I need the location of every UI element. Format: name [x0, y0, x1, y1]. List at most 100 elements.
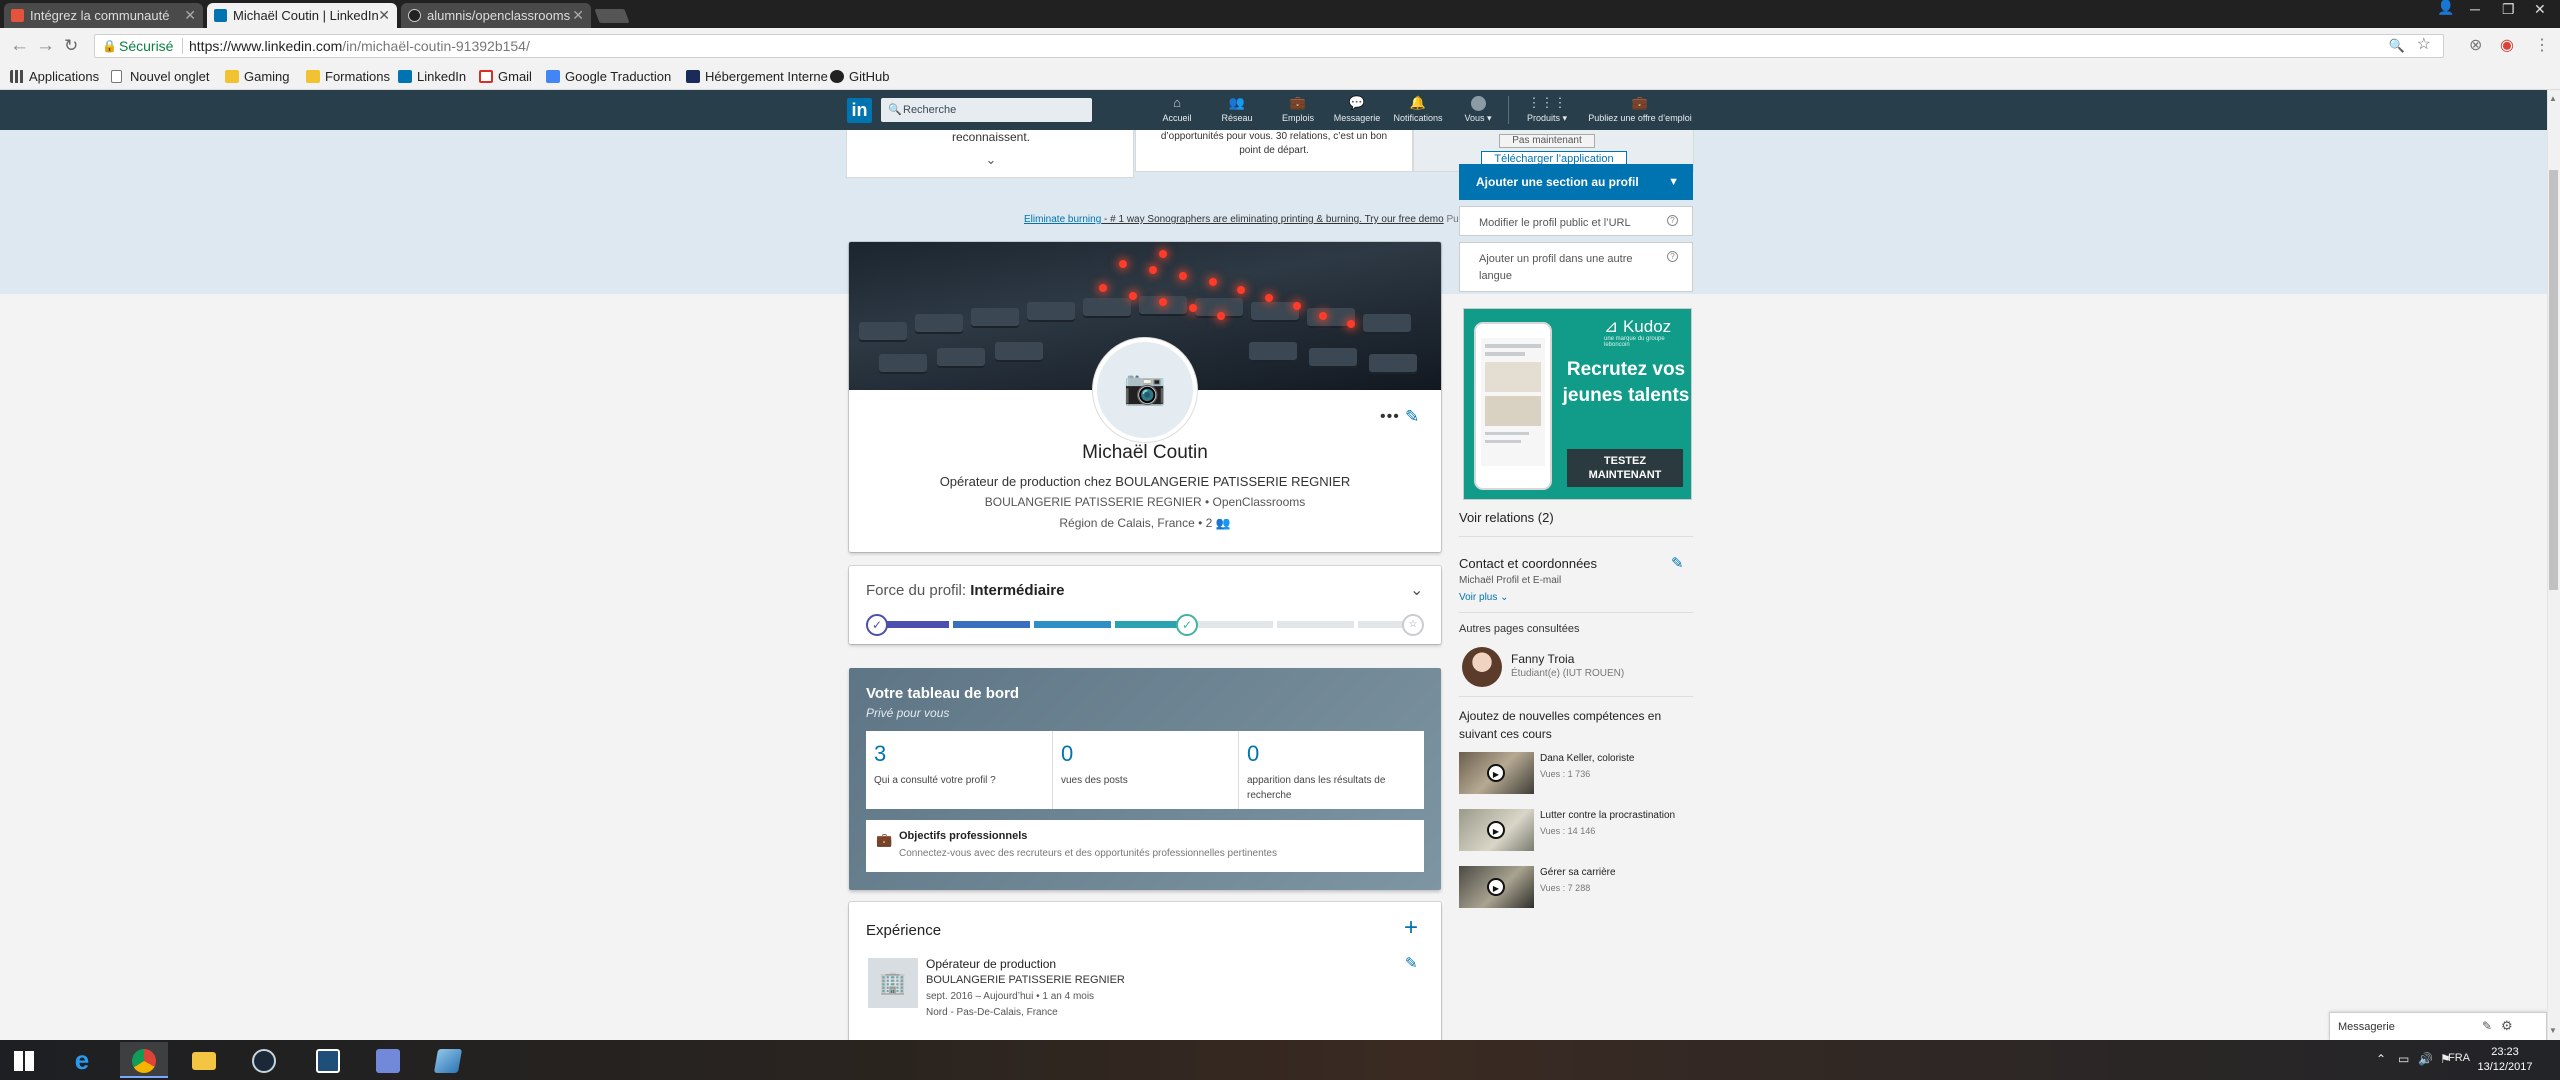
bookmark-linkedin[interactable]: LinkedIn [398, 68, 466, 85]
close-tab-icon[interactable]: ✕ [572, 3, 584, 28]
ad-text[interactable]: - # 1 way Sonographers are eliminating p… [1101, 214, 1444, 225]
compose-icon[interactable]: ✎ [2482, 1019, 2492, 1033]
add-profile-section-button[interactable]: Ajouter une section au profil ▼ [1459, 164, 1693, 200]
user-profile-icon[interactable]: 👤 [2437, 0, 2454, 14]
see-more-link[interactable]: Voir plus ⌄ [1459, 592, 1509, 603]
nav-messaging[interactable]: 💬 Messagerie [1329, 94, 1385, 124]
chevron-down-icon[interactable]: ⌄ [1410, 580, 1423, 600]
tray-expand-icon[interactable]: ⌃ [2376, 1052, 2386, 1066]
avatar[interactable] [1462, 647, 1502, 687]
company-building-icon[interactable]: 🏢 [868, 958, 918, 1008]
discord-icon[interactable] [364, 1042, 412, 1078]
profile-strength-meter [877, 621, 1413, 628]
kudoz-cta-button[interactable]: TESTEZ MAINTENANT [1567, 449, 1683, 487]
browser-tab[interactable]: alumnis/openclassrooms ✕ [401, 3, 591, 28]
edit-public-profile-button[interactable]: Modifier le profil public et l’URL ? [1459, 206, 1693, 236]
stat-search-appearances[interactable]: 0 apparition dans les résultats de reche… [1239, 731, 1424, 809]
steam-icon[interactable] [240, 1042, 288, 1078]
browser-tab-active[interactable]: Michaël Coutin | LinkedIn ✕ [207, 3, 397, 28]
app-icon[interactable] [304, 1042, 352, 1078]
bookmark-formations[interactable]: Formations [306, 68, 390, 85]
messaging-tab[interactable]: Messagerie ✎ ⚙ [2329, 1012, 2547, 1040]
suggested-person-name[interactable]: Fanny Troia [1511, 652, 1574, 666]
stat-profile-views[interactable]: 3 Qui a consulté votre profil ? [866, 731, 1052, 809]
close-window-icon[interactable]: ✕ [2534, 2, 2546, 16]
edit-pencil-icon[interactable]: ✎ [1405, 407, 1419, 427]
courses-title: Ajoutez de nouvelles compétences en suiv… [1459, 709, 1662, 741]
course-item[interactable]: ▶ Gérer sa carrière Vues : 7 288 [1459, 866, 1693, 910]
star-icon[interactable]: ☆ [2417, 34, 2431, 56]
nav-products[interactable]: ⋮⋮⋮ Produits ▾ [1519, 94, 1575, 124]
bookmark-new-tab[interactable]: Nouvel onglet [111, 68, 210, 85]
scrollbar-thumb[interactable] [2549, 170, 2558, 590]
bookmark-google-translate[interactable]: Google Traduction [546, 68, 671, 85]
profile-strength-level: Intermédiaire [970, 582, 1065, 599]
linkedin-logo-icon[interactable]: in [847, 98, 872, 123]
address-bar[interactable]: 🔒 Sécurisé https://www.linkedin.com/in/m… [94, 34, 2444, 58]
suggested-person-detail: Étudiant(e) (IUT ROUEN) [1511, 668, 1625, 679]
text-ad[interactable]: Eliminate burning - # 1 way Sonographers… [1024, 214, 1477, 225]
bookmark-gmail[interactable]: Gmail [479, 68, 532, 85]
search-icon[interactable]: 🔍 [2389, 35, 2405, 57]
scroll-up-arrow-icon[interactable]: ▲ [2549, 94, 2557, 103]
close-tab-icon[interactable]: ✕ [184, 3, 196, 28]
forward-arrow-icon[interactable]: → [36, 36, 55, 56]
extension-icon[interactable]: ◉ [2500, 36, 2514, 56]
contact-info-desc: Michaël Profil et E-mail [1459, 575, 1562, 586]
scroll-down-arrow-icon[interactable]: ▼ [2549, 1026, 2557, 1035]
profile-photo[interactable]: 📷 [1093, 338, 1197, 442]
search-input[interactable]: 🔍 Recherche [881, 98, 1092, 122]
translate-icon [546, 70, 560, 83]
nav-me[interactable]: Vous ▾ [1450, 94, 1506, 124]
new-tab-button[interactable] [594, 9, 630, 23]
bookmark-applications[interactable]: Applications [10, 68, 99, 85]
edit-pencil-icon[interactable]: ✎ [1671, 554, 1684, 572]
bookmark-hosting[interactable]: Hébergement Interne [686, 68, 828, 85]
course-item[interactable]: ▶ Dana Keller, coloriste Vues : 1 736 [1459, 752, 1693, 796]
language-indicator[interactable]: FRA [2448, 1052, 2470, 1064]
windows-start-icon[interactable] [0, 1042, 48, 1078]
tab-title: Michaël Coutin | LinkedIn [233, 8, 379, 23]
add-language-profile-button[interactable]: Ajouter un profil dans une autre langue … [1459, 242, 1693, 292]
back-arrow-icon[interactable]: ← [10, 36, 29, 56]
bell-icon: 🔔 [1409, 95, 1427, 110]
kudoz-ad-banner[interactable]: ⊿ Kudoz une marque du groupe leboncoin R… [1463, 308, 1692, 500]
notepad-icon[interactable] [424, 1042, 472, 1078]
nav-post-job[interactable]: 💼 Publiez une offre d’emploi [1584, 94, 1696, 124]
network-tray-icon[interactable]: ▭ [2398, 1052, 2409, 1066]
chrome-menu-icon[interactable]: ⋮ [2534, 36, 2550, 56]
close-tab-icon[interactable]: ✕ [378, 3, 390, 28]
course-item[interactable]: ▶ Lutter contre la procrastination Vues … [1459, 809, 1693, 853]
connections-icon[interactable]: 👥 [1216, 516, 1231, 530]
not-now-button[interactable]: Pas maintenant [1499, 134, 1595, 148]
volume-icon[interactable]: 🔊 [2418, 1052, 2433, 1066]
nav-notifications[interactable]: 🔔 Notifications [1390, 94, 1446, 124]
bookmark-github[interactable]: GitHub [830, 68, 889, 85]
nav-jobs[interactable]: 💼 Emplois [1270, 94, 1326, 124]
nav-home[interactable]: ⌂ Accueil [1149, 94, 1205, 124]
stat-post-views[interactable]: 0 vues des posts [1053, 731, 1238, 809]
people-also-viewed-title: Autres pages consultées [1459, 623, 1580, 635]
more-options-icon[interactable]: ••• [1380, 408, 1400, 426]
extension-icon[interactable]: ⊗ [2469, 36, 2482, 56]
clock-time[interactable]: 23:23 [2470, 1046, 2540, 1058]
reload-icon[interactable]: ↻ [64, 36, 78, 56]
see-connections-link[interactable]: Voir relations (2) [1459, 510, 1554, 525]
chrome-icon[interactable] [120, 1042, 168, 1078]
minimize-icon[interactable]: ─ [2470, 2, 2480, 16]
add-plus-icon[interactable]: + [1404, 914, 1418, 942]
nav-network[interactable]: 👥 Réseau [1209, 94, 1265, 124]
ad-link[interactable]: Eliminate burning [1024, 214, 1101, 225]
gear-icon[interactable]: ⚙ [2501, 1018, 2513, 1034]
file-explorer-icon[interactable] [180, 1042, 228, 1078]
career-goals-box[interactable]: 💼 Objectifs professionnels Connectez-vou… [866, 820, 1424, 872]
strength-current-check-icon: ✓ [1176, 614, 1198, 636]
internet-explorer-icon[interactable]: e [58, 1042, 106, 1078]
clock-date[interactable]: 13/12/2017 [2470, 1061, 2540, 1073]
chevron-down-icon[interactable]: ⌄ [847, 152, 1135, 168]
messaging-icon: 💬 [1348, 95, 1366, 110]
maximize-icon[interactable]: ❐ [2502, 2, 2515, 16]
browser-tab[interactable]: Intégrez la communauté ✕ [4, 3, 203, 28]
bookmark-gaming[interactable]: Gaming [225, 68, 290, 85]
edit-pencil-icon[interactable]: ✎ [1405, 954, 1418, 972]
